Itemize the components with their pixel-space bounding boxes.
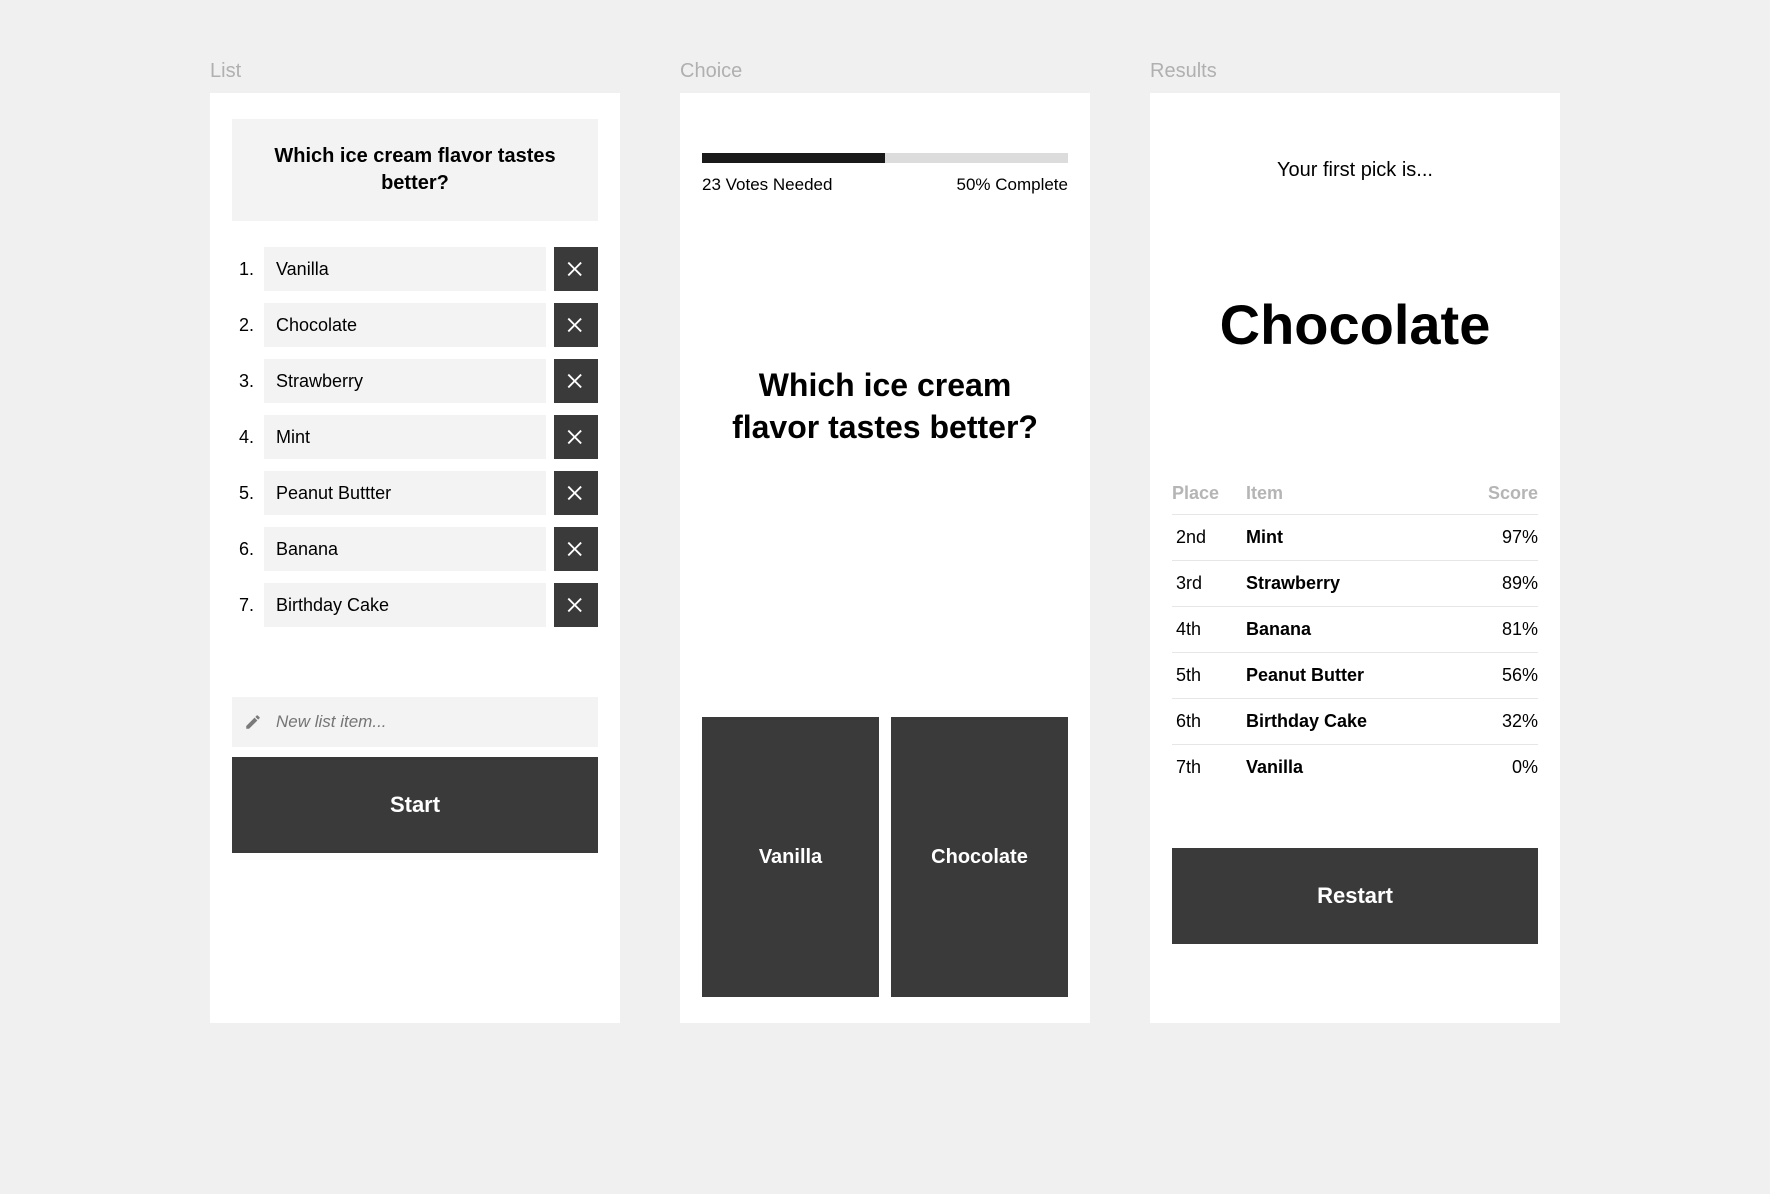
list-item-number: 4. xyxy=(232,427,256,448)
choice-column: Choice 23 Votes Needed 50% Complete Whic… xyxy=(680,60,1090,1023)
result-item: Mint xyxy=(1246,527,1468,548)
add-item-input[interactable] xyxy=(276,712,586,732)
col-item: Item xyxy=(1246,483,1468,504)
result-score: 0% xyxy=(1468,757,1538,778)
close-icon xyxy=(565,538,587,560)
result-score: 56% xyxy=(1468,665,1538,686)
progress-labels: 23 Votes Needed 50% Complete xyxy=(702,175,1068,195)
close-icon xyxy=(565,258,587,280)
choice-panel: 23 Votes Needed 50% Complete Which ice c… xyxy=(680,93,1090,1023)
close-icon xyxy=(565,426,587,448)
delete-item-button[interactable] xyxy=(554,247,598,291)
list-item-field[interactable]: Birthday Cake xyxy=(264,583,546,627)
col-place: Place xyxy=(1172,483,1246,504)
list-item-field[interactable]: Mint xyxy=(264,415,546,459)
choice-option-b[interactable]: Chocolate xyxy=(891,717,1068,997)
list-item-number: 6. xyxy=(232,539,256,560)
list-item-row: 7. Birthday Cake xyxy=(232,583,598,627)
list-item-field[interactable]: Banana xyxy=(264,527,546,571)
close-icon xyxy=(565,482,587,504)
list-item-number: 5. xyxy=(232,483,256,504)
list-item-number: 7. xyxy=(232,595,256,616)
progress-fill xyxy=(702,153,885,163)
list-column: List Which ice cream flavor tastes bette… xyxy=(210,60,620,1023)
result-item: Birthday Cake xyxy=(1246,711,1468,732)
result-score: 81% xyxy=(1468,619,1538,640)
first-pick-label: Your first pick is... xyxy=(1172,159,1538,182)
list-panel: Which ice cream flavor tastes better? 1.… xyxy=(210,93,620,1023)
list-item-field[interactable]: Strawberry xyxy=(264,359,546,403)
list-item-number: 3. xyxy=(232,371,256,392)
result-place: 2nd xyxy=(1172,527,1246,548)
results-row: 6thBirthday Cake32% xyxy=(1172,699,1538,745)
results-header-row: Place Item Score xyxy=(1172,477,1538,515)
result-place: 4th xyxy=(1172,619,1246,640)
add-item-row[interactable] xyxy=(232,697,598,747)
close-icon xyxy=(565,370,587,392)
result-item: Banana xyxy=(1246,619,1468,640)
restart-button[interactable]: Restart xyxy=(1172,848,1538,944)
votes-needed-label: 23 Votes Needed xyxy=(702,175,832,195)
result-place: 6th xyxy=(1172,711,1246,732)
list-item-row: 6. Banana xyxy=(232,527,598,571)
list-item-row: 1. Vanilla xyxy=(232,247,598,291)
result-score: 32% xyxy=(1468,711,1538,732)
list-label: List xyxy=(210,60,620,83)
list-item-number: 1. xyxy=(232,259,256,280)
list-item-field[interactable]: Peanut Buttter xyxy=(264,471,546,515)
list-item-row: 4. Mint xyxy=(232,415,598,459)
list-item-field[interactable]: Chocolate xyxy=(264,303,546,347)
results-row: 5thPeanut Butter56% xyxy=(1172,653,1538,699)
winner-name: Chocolate xyxy=(1172,292,1538,357)
delete-item-button[interactable] xyxy=(554,415,598,459)
list-item-row: 2. Chocolate xyxy=(232,303,598,347)
results-panel: Your first pick is... Chocolate Place It… xyxy=(1150,93,1560,1023)
results-label: Results xyxy=(1150,60,1560,83)
list-item-row: 5. Peanut Buttter xyxy=(232,471,598,515)
list-question: Which ice cream flavor tastes better? xyxy=(232,119,598,221)
result-item: Peanut Butter xyxy=(1246,665,1468,686)
delete-item-button[interactable] xyxy=(554,303,598,347)
result-score: 89% xyxy=(1468,573,1538,594)
results-column: Results Your first pick is... Chocolate … xyxy=(1150,60,1560,1023)
choice-buttons: Vanilla Chocolate xyxy=(702,717,1068,997)
close-icon xyxy=(565,594,587,616)
delete-item-button[interactable] xyxy=(554,471,598,515)
result-score: 97% xyxy=(1468,527,1538,548)
close-icon xyxy=(565,314,587,336)
delete-item-button[interactable] xyxy=(554,359,598,403)
result-place: 7th xyxy=(1172,757,1246,778)
results-row: 4thBanana81% xyxy=(1172,607,1538,653)
results-row: 7thVanilla0% xyxy=(1172,745,1538,790)
percent-complete-label: 50% Complete xyxy=(956,175,1068,195)
list-item-row: 3. Strawberry xyxy=(232,359,598,403)
results-table: Place Item Score 2ndMint97%3rdStrawberry… xyxy=(1172,477,1538,790)
choice-question: Which ice cream flavor tastes better? xyxy=(702,365,1068,448)
results-row: 2ndMint97% xyxy=(1172,515,1538,561)
result-item: Strawberry xyxy=(1246,573,1468,594)
pencil-icon xyxy=(244,713,262,731)
result-place: 5th xyxy=(1172,665,1246,686)
list-items-container: 1. Vanilla 2. Chocolate 3. Strawberry 4. Mint 5.… xyxy=(232,247,598,627)
list-item-field[interactable]: Vanilla xyxy=(264,247,546,291)
list-item-number: 2. xyxy=(232,315,256,336)
col-score: Score xyxy=(1468,483,1538,504)
progress-bar xyxy=(702,153,1068,163)
result-place: 3rd xyxy=(1172,573,1246,594)
results-row: 3rdStrawberry89% xyxy=(1172,561,1538,607)
start-button[interactable]: Start xyxy=(232,757,598,853)
delete-item-button[interactable] xyxy=(554,527,598,571)
choice-option-a[interactable]: Vanilla xyxy=(702,717,879,997)
delete-item-button[interactable] xyxy=(554,583,598,627)
result-item: Vanilla xyxy=(1246,757,1468,778)
choice-label: Choice xyxy=(680,60,1090,83)
